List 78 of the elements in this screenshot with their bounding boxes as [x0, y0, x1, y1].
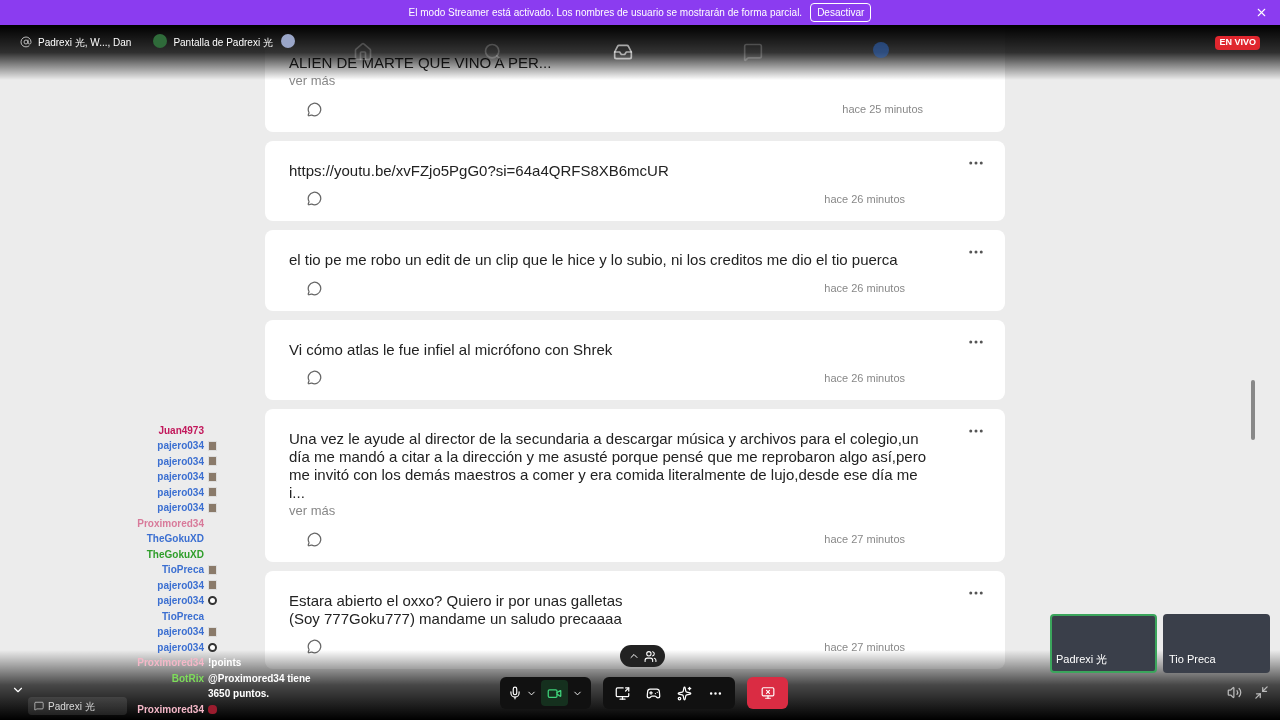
minimize-icon[interactable] [1254, 685, 1269, 700]
video-tile[interactable]: Tio Preca [1163, 614, 1270, 673]
microphone-icon[interactable] [508, 686, 522, 700]
emote-icon [208, 704, 217, 714]
comment-icon[interactable] [307, 191, 322, 207]
chat-username: pajero034 [156, 594, 204, 608]
emote-icon [208, 502, 217, 513]
emote-icon [208, 440, 217, 451]
post-time: hace 26 minutos [824, 281, 905, 296]
post-time: hace 25 minutos [842, 102, 923, 117]
see-more-link[interactable]: ver más [289, 72, 336, 90]
gamepad-icon[interactable] [646, 685, 661, 701]
chat-username: Proximored34 [136, 516, 204, 531]
comment-icon[interactable] [307, 101, 322, 117]
scrollbar-thumb[interactable] [1251, 380, 1255, 440]
chat-username: pajero034 [156, 625, 204, 639]
chat-username: Proximored34 [136, 702, 204, 717]
post-time: hace 26 minutos [824, 370, 905, 386]
people-icon [644, 649, 657, 663]
chat-username: pajero034 [156, 439, 204, 453]
volume-icon[interactable] [1227, 685, 1242, 700]
emote-icon [208, 626, 217, 637]
emote-icon [208, 456, 217, 467]
emote-icon [208, 487, 217, 498]
chat-username: pajero034 [156, 485, 204, 500]
participants-label: Padrexi 光, W..., Dan [38, 36, 132, 50]
chat-username: pajero034 [156, 578, 204, 593]
chat-message: !points [208, 656, 242, 670]
close-icon[interactable] [1255, 6, 1268, 19]
post-time: hace 27 minutos [824, 532, 905, 547]
post-text: Vi cómo atlas le fue infiel al micrófono con Shrek [289, 340, 614, 359]
avatar-icon [153, 34, 168, 48]
chat-username: TheGokuXD [145, 547, 204, 562]
inbox-icon[interactable] [612, 42, 633, 62]
camera-button[interactable] [541, 680, 568, 706]
comment-icon[interactable] [307, 531, 322, 547]
emote-icon [208, 580, 217, 591]
chat-icon [34, 701, 44, 711]
chat-username: TioPreca [160, 609, 204, 624]
post-text: Estara abierto el oxxo? Quiero ir por unas galletas (Soy 777Goku777) mandame un saludo precaaaa [289, 591, 624, 628]
comment-icon[interactable] [307, 280, 322, 296]
participants-toggle[interactable] [620, 645, 665, 667]
chat-username: pajero034 [156, 640, 204, 655]
screen-title: Pantalla de Padrexi 光 [173, 36, 273, 50]
screen-share-icon[interactable] [615, 685, 630, 701]
post-time: hace 26 minutos [824, 191, 905, 207]
banner-message: El modo Streamer está activado. Los nombres de usuario se mostrarán de forma parcial. [408, 6, 803, 20]
participant-name: Tio Preca [1169, 651, 1216, 667]
emote-icon [208, 471, 217, 482]
comment-icon[interactable] [307, 639, 322, 655]
chat-username: Juan4973 [157, 423, 204, 438]
leave-call-button[interactable] [747, 677, 788, 709]
chat-input[interactable]: Padrexi 光 [28, 697, 127, 715]
post-text: Una vez le ayude al director de la secundaria a descargar música y archivos para el colegio,un día me mandó a citar a la dirección y me asusté porque pensé que me reprobaron algo así,pero me invitó con los demás maestros a comer y era comida literalmente de lujo,desde ese día me i... [289, 430, 928, 502]
comment-icon[interactable] [307, 370, 322, 386]
chat-username: Proximored34 [136, 656, 204, 670]
chat-username: pajero034 [156, 454, 204, 469]
participant-name: Padrexi 光 [1056, 651, 1108, 667]
chat-input-placeholder: Padrexi 光 [48, 699, 95, 714]
see-more-link[interactable]: ver más [289, 502, 336, 520]
post-text: ALIEN DE MARTE QUE VINO A PER... [289, 54, 553, 72]
deactivate-button[interactable]: Desactivar [810, 3, 872, 22]
chat-username: pajero034 [156, 470, 204, 484]
post-time: hace 27 minutos [824, 639, 905, 655]
chat-username: BotRix [170, 671, 204, 686]
post-text: el tio pe me robo un edit de un clip que le hice y lo subio, ni los creditos me dio el tio puerca [289, 251, 899, 269]
mention-icon [20, 36, 32, 48]
chat-username: TheGokuXD [145, 532, 204, 546]
leave-icon [760, 686, 775, 700]
video-tile[interactable]: Padrexi 光 [1050, 614, 1157, 673]
live-badge: EN VIVO [1215, 36, 1260, 50]
chat-username: pajero034 [156, 501, 204, 515]
messages-icon[interactable] [742, 42, 763, 62]
emote-icon [208, 564, 217, 575]
post-text: https://youtu.be/xvFZjo5PgG0?si=64a4QRFS8XB6mcUR [289, 161, 670, 180]
activities-icon[interactable] [677, 685, 692, 701]
chat-username: TioPreca [160, 563, 204, 577]
chat-message: @Proximored34 tiene 3650 puntos. [208, 671, 312, 701]
